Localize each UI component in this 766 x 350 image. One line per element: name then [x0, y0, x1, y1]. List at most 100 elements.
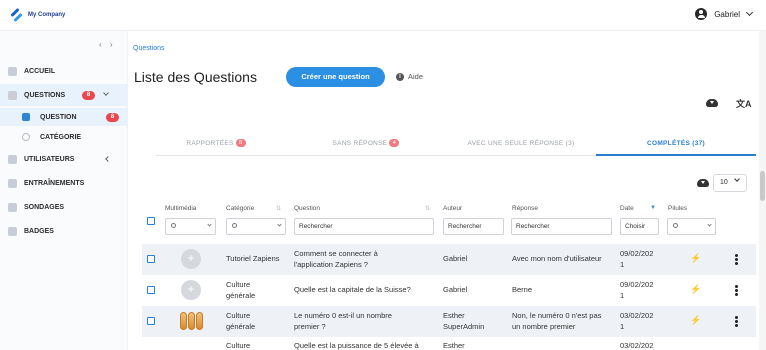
- chevron-down-icon: [277, 222, 282, 227]
- table-row[interactable]: Culture Quelle est la puissance de 5 éle…: [142, 337, 756, 350]
- sidebar-item-question[interactable]: QUESTION 8: [0, 108, 127, 126]
- sidebar-item-label: UTILISATEURS: [24, 155, 75, 163]
- add-media-icon[interactable]: +: [181, 280, 201, 300]
- author-cell: SuperAdmin: [443, 322, 485, 331]
- sidebar-item-questions[interactable]: QUESTIONS 8: [0, 84, 127, 106]
- author-cell: Gabriel: [443, 254, 468, 263]
- lightning-icon[interactable]: ⚡: [690, 315, 701, 326]
- lightning-icon[interactable]: ⚡: [690, 284, 701, 295]
- tab-sans-reponse[interactable]: SANS RÉPONSE 4: [306, 134, 426, 156]
- date-cell: 1: [620, 322, 625, 331]
- table-row[interactable]: + Tutoriel Zapiens Comment se connecter …: [142, 244, 756, 275]
- scrollbar-thumb[interactable]: [760, 171, 765, 201]
- page-size-select[interactable]: 10: [713, 174, 747, 192]
- sort-icon[interactable]: ⇅: [276, 205, 281, 212]
- tab-label: SANS RÉPONSE: [332, 140, 388, 147]
- more-options-icon[interactable]: [735, 254, 738, 265]
- user-menu[interactable]: Gabriel: [695, 8, 754, 20]
- more-options-icon[interactable]: [735, 285, 738, 296]
- tab-une-seule-reponse[interactable]: AVEC UNE SEULE RÉPONSE (3): [446, 134, 596, 156]
- answer-cell: Non, le numéro 0 n'est pas: [512, 311, 602, 320]
- search-icon: [673, 223, 678, 228]
- create-question-button[interactable]: Créer une question: [286, 67, 385, 87]
- sidebar-item-label: QUESTIONS: [24, 91, 66, 99]
- help-label: Aide: [408, 72, 424, 81]
- sidebar: ‹ › ACCUEIL QUESTIONS 8 QUESTION 8 CATÉG…: [0, 31, 128, 350]
- top-bar: My Company Gabriel: [0, 0, 766, 31]
- date-cell: 09/02/202: [620, 280, 654, 289]
- company-name: My Company: [28, 11, 66, 18]
- company-logo[interactable]: My Company: [10, 8, 65, 21]
- table-row[interactable]: + Culture générale Quelle est la capital…: [142, 275, 756, 306]
- pills-thumbnail[interactable]: [178, 311, 204, 331]
- sidebar-item-sondages[interactable]: SONDAGES: [0, 196, 127, 218]
- row-checkbox[interactable]: [147, 255, 155, 263]
- answer-cell: Berne: [512, 285, 533, 294]
- sidebar-item-label: BADGES: [24, 227, 54, 235]
- page-size-value: 10: [720, 179, 728, 186]
- sort-icon[interactable]: ⇅: [425, 205, 430, 212]
- date-picker-input[interactable]: Choisir: [620, 218, 659, 235]
- tab-badge: 4: [389, 139, 400, 148]
- date-cell: 09/02/202: [620, 249, 654, 258]
- category-filter[interactable]: [226, 218, 286, 235]
- help-link[interactable]: i Aide: [396, 72, 423, 81]
- row-checkbox[interactable]: [147, 317, 155, 325]
- user-name: Gabriel: [714, 9, 740, 19]
- users-icon: [8, 154, 17, 164]
- category-cell: Culture: [226, 341, 251, 350]
- translate-icon[interactable]: 文A: [736, 97, 752, 110]
- column-header-pills[interactable]: Pilules: [668, 205, 687, 212]
- search-icon: [232, 223, 237, 228]
- sidebar-item-utilisateurs[interactable]: UTILISATEURS: [0, 148, 127, 170]
- row-checkbox[interactable]: [147, 286, 155, 294]
- more-options-icon[interactable]: [735, 316, 738, 327]
- sidebar-item-label: ENTRAÎNEMENTS: [24, 179, 85, 187]
- sidebar-item-entrainements[interactable]: ENTRAÎNEMENTS: [0, 172, 127, 194]
- lightning-icon[interactable]: ⚡: [690, 253, 701, 264]
- column-header-category[interactable]: Catégorie: [226, 205, 254, 212]
- column-header-media[interactable]: Multimédia: [165, 205, 196, 212]
- author-search-input[interactable]: Rechercher: [443, 218, 504, 235]
- column-header-answer[interactable]: Réponse: [512, 205, 538, 212]
- search-icon: [171, 223, 176, 228]
- tab-rapportees[interactable]: RAPPORTÉES 8: [156, 134, 276, 156]
- category-cell: générale: [226, 291, 256, 300]
- pills-filter[interactable]: [667, 218, 716, 235]
- author-cell: Esther: [443, 311, 465, 320]
- category-cell: Tutoriel Zapiens: [226, 254, 280, 263]
- add-media-icon[interactable]: +: [181, 249, 201, 269]
- chevron-left-icon: [105, 156, 111, 162]
- breadcrumb[interactable]: Questions: [133, 45, 165, 52]
- date-cell: 1: [620, 291, 625, 300]
- page-scrollbar[interactable]: [759, 31, 766, 350]
- sidebar-item-accueil[interactable]: ACCUEIL: [0, 60, 127, 82]
- column-header-date[interactable]: Date: [620, 205, 634, 212]
- export-download-icon[interactable]: [697, 179, 709, 187]
- select-all-checkbox[interactable]: [147, 217, 155, 225]
- chevron-down-icon: [103, 90, 109, 96]
- date-cell: 1: [620, 260, 625, 269]
- survey-icon: [8, 202, 17, 212]
- questions-count-badge: 8: [82, 90, 95, 100]
- question-search-input[interactable]: Rechercher: [294, 218, 434, 235]
- answer-search-input[interactable]: Rechercher: [511, 218, 612, 235]
- sidebar-item-badges[interactable]: BADGES: [0, 220, 127, 242]
- column-header-question[interactable]: Question: [294, 205, 320, 212]
- logo-icon: [10, 8, 23, 21]
- column-header-author[interactable]: Auteur: [443, 205, 462, 212]
- collapse-sidebar-button[interactable]: ‹ ›: [99, 40, 116, 49]
- media-filter[interactable]: [165, 218, 216, 235]
- question-cell: Le numéro 0 est-il un nombre: [294, 311, 392, 320]
- tab-completes[interactable]: COMPLÉTÉS (37): [596, 134, 756, 156]
- cloud-download-icon[interactable]: [706, 99, 718, 107]
- category-cell: Culture: [226, 280, 251, 289]
- sidebar-item-label: QUESTION: [40, 113, 77, 121]
- tab-label: COMPLÉTÉS (37): [646, 140, 705, 147]
- question-cell: Comment se connecter à: [294, 249, 378, 258]
- date-cell: 03/02/202: [620, 311, 654, 320]
- sidebar-item-categorie[interactable]: CATÉGORIE: [0, 128, 127, 146]
- sort-desc-icon[interactable]: ▼: [650, 205, 656, 211]
- table-row[interactable]: Culture générale Le numéro 0 est-il un n…: [142, 306, 756, 337]
- category-cell: Culture: [226, 311, 251, 320]
